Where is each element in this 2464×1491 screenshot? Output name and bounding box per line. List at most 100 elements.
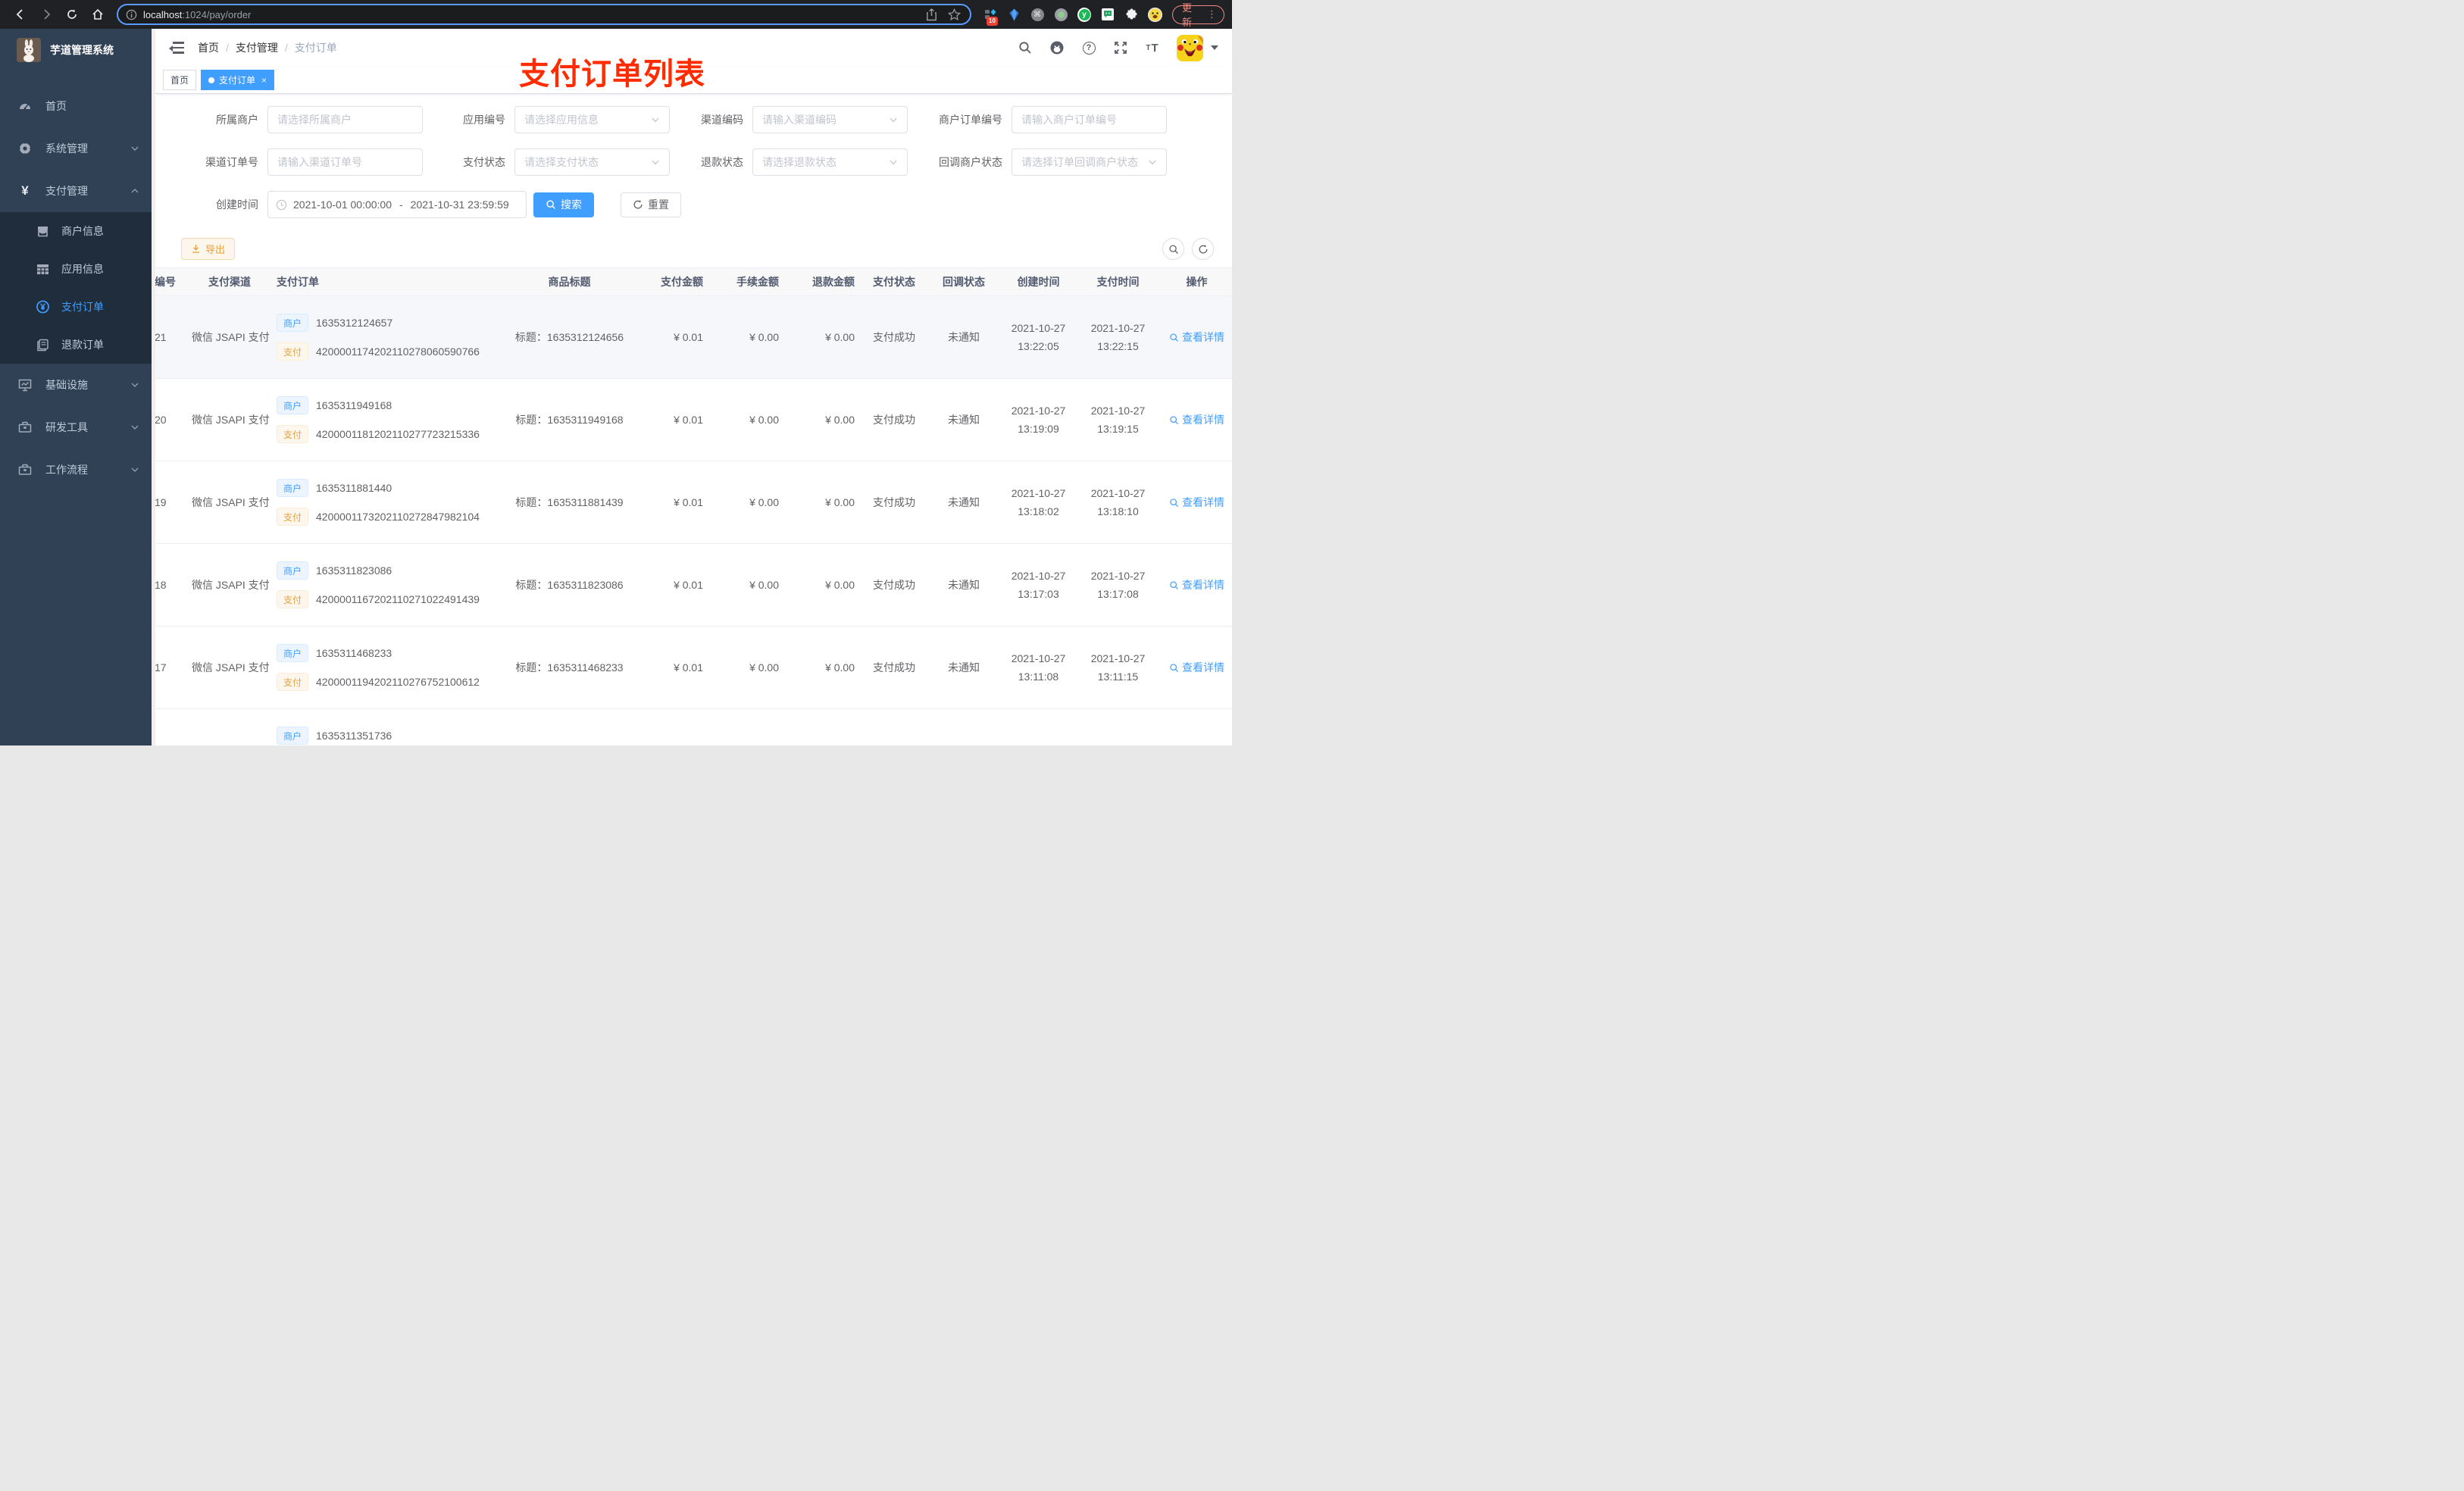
extension-dot-icon[interactable] — [1054, 8, 1068, 21]
row-title: 标题：1635312124656 — [514, 331, 624, 343]
reset-button[interactable]: 重置 — [621, 192, 681, 217]
date-start-value[interactable]: 2021-10-01 00:00:00 — [293, 198, 392, 211]
tab-pay-order[interactable]: 支付订单 × — [201, 70, 275, 90]
profile-avatar-icon[interactable] — [1147, 7, 1162, 22]
sidebar-item-pay[interactable]: ¥ 支付管理 — [0, 170, 152, 212]
pay-order-no: 4200001181202110277723215336 — [316, 428, 480, 440]
refresh-button[interactable] — [1192, 238, 1214, 260]
extension-badge: 10 — [987, 17, 998, 26]
app-select[interactable]: 请选择应用信息 — [514, 106, 670, 133]
col-paid-time: 支付时间 — [1096, 275, 1140, 288]
font-size-icon[interactable]: TT — [1145, 40, 1160, 55]
view-detail-link[interactable]: 查看详情 — [1169, 660, 1224, 675]
view-detail-link[interactable]: 查看详情 — [1169, 330, 1224, 345]
pay-order-no: 4200001194202110276752100612 — [316, 676, 480, 688]
table-row: 18 微信 JSAPI 支付 商户 1635311823086 支付 42000… — [155, 544, 1232, 627]
forward-icon[interactable] — [36, 4, 57, 25]
site-info-icon[interactable] — [126, 9, 137, 20]
home-icon[interactable] — [87, 4, 108, 25]
breadcrumb-pay-manage[interactable]: 支付管理 — [236, 40, 278, 55]
avatar-caret-icon[interactable] — [1211, 45, 1218, 51]
sidebar-item-refund-order[interactable]: 退款订单 — [0, 326, 152, 364]
merchant-order-input[interactable] — [1021, 114, 1157, 126]
extension-command-icon[interactable]: ⌘ — [1030, 8, 1044, 21]
date-end-value[interactable]: 2021-10-31 23:59:59 — [411, 198, 509, 211]
bookmark-star-icon[interactable] — [948, 8, 961, 21]
address-bar[interactable]: localhost:1024/pay/order — [117, 4, 971, 25]
monitor-chart-icon — [18, 378, 32, 392]
user-avatar[interactable] — [1177, 34, 1203, 61]
channel-order-input[interactable] — [277, 156, 413, 168]
row-amount: ¥ 0.01 — [674, 331, 703, 343]
share-icon[interactable] — [926, 8, 937, 21]
sidebar-item-home[interactable]: 首页 — [0, 85, 152, 127]
row-fee: ¥ 0.00 — [749, 414, 779, 426]
browser-update-button[interactable]: 更新 ⋮ — [1172, 2, 1224, 28]
row-id — [155, 744, 187, 746]
clock-icon — [276, 199, 287, 211]
extension-y-icon[interactable]: y — [1077, 7, 1091, 22]
col-title: 商品标题 — [548, 276, 591, 288]
extension-chat-icon[interactable] — [1101, 8, 1115, 21]
channel-code-select[interactable]: 请输入渠道编码 — [752, 106, 908, 133]
merchant-order-no: 1635311468233 — [316, 647, 392, 659]
tab-home[interactable]: 首页 — [163, 70, 197, 90]
merchant-order-field[interactable] — [1012, 106, 1167, 133]
filter-row-1: 所属商户 应用编号 请选择应用信息 渠道编码 请输入渠道编码 商户订单编号 — [155, 106, 1232, 133]
row-refund: ¥ 0.00 — [825, 496, 855, 508]
row-actions: 查看详情 — [1158, 660, 1232, 675]
view-detail-link[interactable]: 查看详情 — [1169, 412, 1224, 427]
toggle-search-button[interactable] — [1162, 238, 1184, 260]
row-channel: 微信 JSAPI 支付 — [192, 579, 270, 591]
tab-close-icon[interactable]: × — [261, 75, 267, 86]
reload-icon[interactable] — [61, 4, 83, 25]
github-icon[interactable] — [1049, 40, 1065, 55]
pay-order-no: 4200001174202110278060590766 — [316, 345, 480, 358]
row-title: 标题：1635311823086 — [515, 579, 624, 591]
extensions-puzzle-icon[interactable] — [1124, 8, 1138, 21]
sidebar-fold-icon[interactable] — [169, 42, 184, 54]
merchant-tag: 商户 — [277, 314, 309, 332]
fullscreen-icon[interactable] — [1113, 40, 1128, 55]
search-button[interactable]: 搜索 — [533, 192, 594, 217]
app-logo[interactable]: 芋道管理系统 — [0, 29, 152, 71]
row-created-time: 2021-10-27 13:22:05 — [1011, 321, 1066, 353]
extension-tasks-icon[interactable]: 10 — [983, 8, 998, 26]
row-title: 标题：1635311468233 — [515, 661, 624, 674]
sidebar-item-devtool[interactable]: 研发工具 — [0, 406, 152, 449]
row-pay-status: 支付成功 — [873, 414, 915, 426]
breadcrumb-home[interactable]: 首页 — [198, 40, 219, 55]
chevron-down-icon — [130, 144, 139, 153]
merchant-select[interactable] — [267, 106, 423, 133]
merchant-tag: 商户 — [277, 479, 309, 497]
chevron-down-icon — [889, 115, 898, 124]
channel-order-field[interactable] — [267, 148, 423, 176]
toolbox-icon — [18, 420, 32, 434]
chevron-down-icon — [651, 115, 660, 124]
sidebar-item-merchant-info[interactable]: 商户信息 — [0, 212, 152, 250]
notify-status-select[interactable]: 请选择订单回调商户状态 — [1012, 148, 1167, 176]
merchant-input[interactable] — [277, 114, 413, 126]
sidebar-menu: 首页 系统管理 ¥ 支付管理 商户信息 应用信息 支付订单 退款订单 基础设施 … — [0, 85, 152, 491]
browser-menu-icon[interactable]: ⋮ — [1207, 8, 1217, 20]
back-icon[interactable] — [10, 4, 31, 25]
sidebar-item-pay-order[interactable]: 支付订单 — [0, 288, 152, 326]
pay-status-select[interactable]: 请选择支付状态 — [514, 148, 670, 176]
sidebar-item-infra[interactable]: 基础设施 — [0, 364, 152, 406]
yen-icon: ¥ — [21, 183, 29, 198]
sidebar-item-system[interactable]: 系统管理 — [0, 127, 152, 170]
extension-gem-icon[interactable] — [1007, 8, 1021, 21]
export-button[interactable]: 导出 — [181, 238, 236, 260]
view-detail-link[interactable]: 查看详情 — [1169, 577, 1224, 592]
row-actions: 查看详情 — [1158, 577, 1232, 592]
help-icon[interactable]: ? — [1081, 40, 1096, 55]
sidebar-item-app-info[interactable]: 应用信息 — [0, 250, 152, 288]
refund-status-select[interactable]: 请选择退款状态 — [752, 148, 908, 176]
pay-tag: 支付 — [277, 342, 309, 361]
pay-tag: 支付 — [277, 425, 309, 443]
header-search-icon[interactable] — [1018, 40, 1033, 55]
refund-doc-icon — [36, 339, 49, 352]
view-detail-link[interactable]: 查看详情 — [1169, 495, 1224, 510]
sidebar-item-workflow[interactable]: 工作流程 — [0, 449, 152, 491]
date-range-picker[interactable]: 2021-10-01 00:00:00 - 2021-10-31 23:59:5… — [267, 191, 527, 218]
